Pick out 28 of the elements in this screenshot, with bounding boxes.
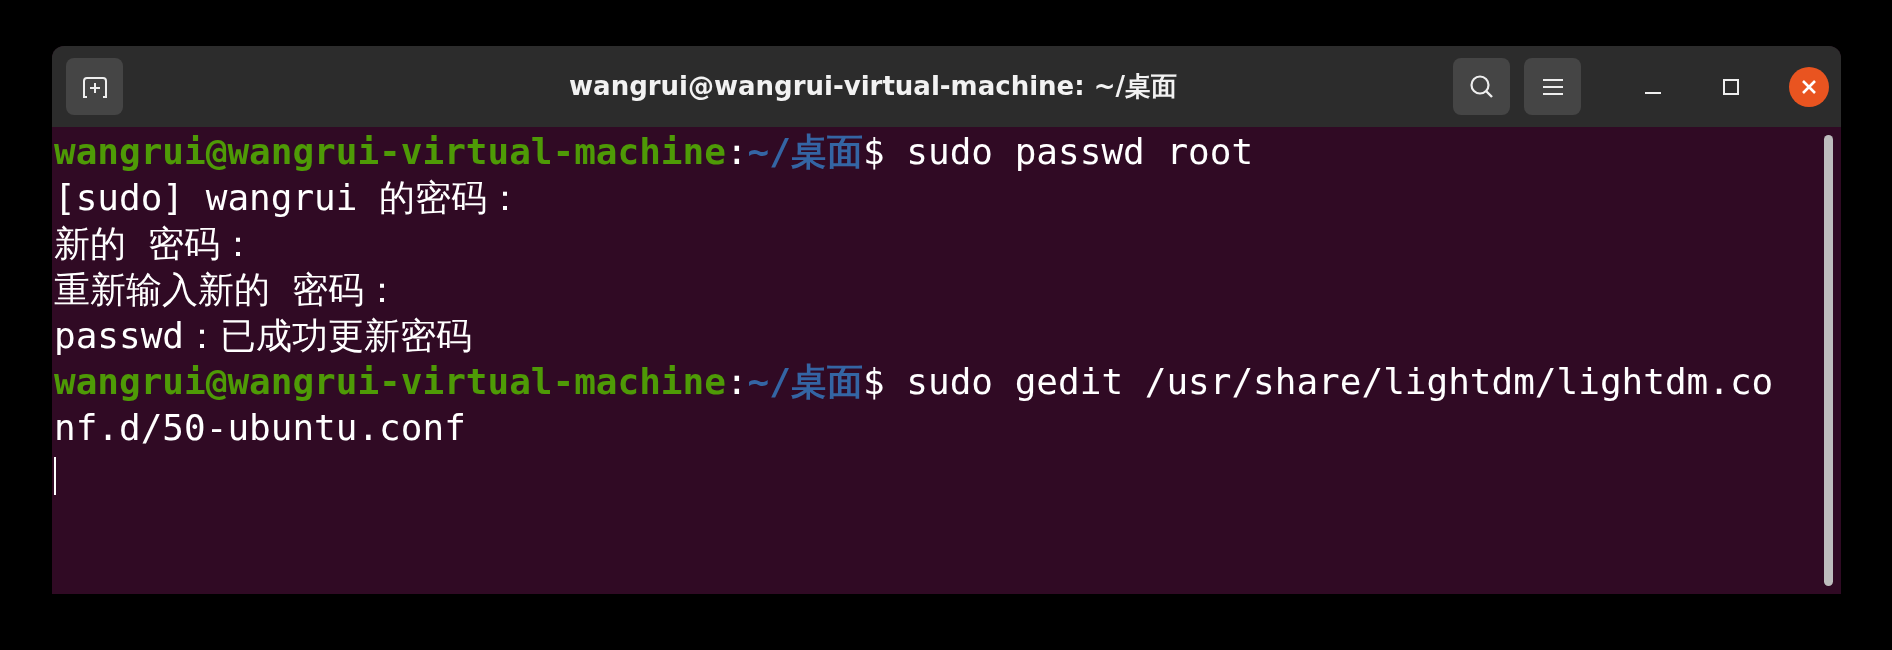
- command-text: sudo gedit /usr/share/lightdm/lightdm.co: [906, 361, 1774, 402]
- close-button[interactable]: [1789, 66, 1829, 107]
- minimize-icon: [1645, 90, 1661, 95]
- prompt-symbol: $: [862, 131, 885, 172]
- new-tab-button[interactable]: [66, 58, 123, 115]
- terminal-output: 新的 密码：: [54, 223, 256, 264]
- command-text: sudo passwd root: [906, 131, 1254, 172]
- menu-button[interactable]: [1524, 58, 1581, 115]
- prompt-path: ~/桌面: [747, 131, 863, 172]
- new-tab-icon: [81, 74, 108, 99]
- scrollbar[interactable]: [1824, 135, 1833, 586]
- prompt-user-host: wangrui@wangrui-virtual-machine: [54, 361, 726, 402]
- prompt-symbol: $: [862, 361, 885, 402]
- terminal-output: 重新输入新的 密码：: [54, 269, 400, 310]
- close-icon: [1801, 78, 1817, 95]
- terminal-output: passwd：已成功更新密码: [54, 315, 473, 356]
- prompt-user-host: wangrui@wangrui-virtual-machine: [54, 131, 726, 172]
- maximize-icon: [1723, 78, 1739, 95]
- menu-icon: [1541, 77, 1564, 96]
- text-cursor: [54, 457, 56, 495]
- window-title: wangrui@wangrui-virtual-machine: ~/桌面: [568, 70, 1178, 103]
- search-icon: [1468, 73, 1495, 100]
- prompt-separator: :: [725, 361, 748, 402]
- terminal-output: nf.d/50-ubuntu.conf: [54, 407, 466, 448]
- terminal-output: [sudo] wangrui 的密码：: [54, 177, 524, 218]
- search-button[interactable]: [1453, 58, 1510, 115]
- prompt-path: ~/桌面: [747, 361, 863, 402]
- prompt-separator: :: [725, 131, 748, 172]
